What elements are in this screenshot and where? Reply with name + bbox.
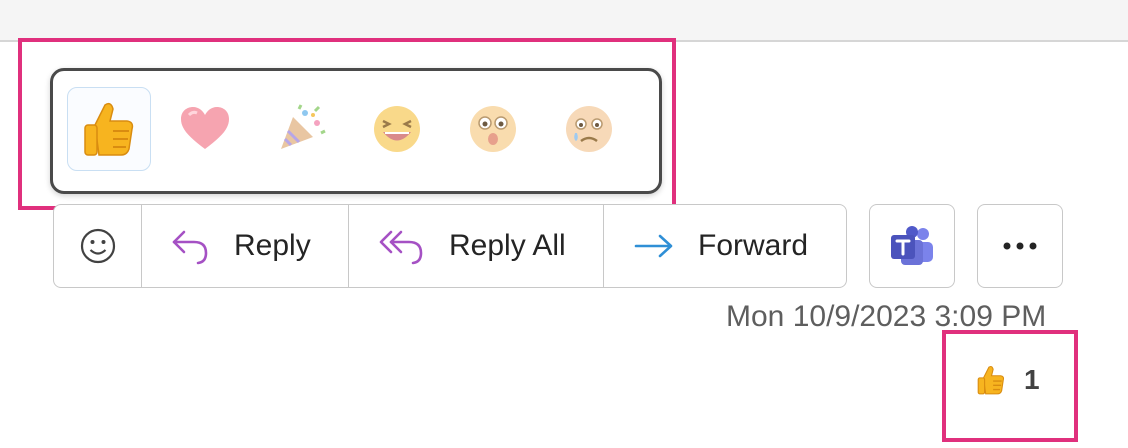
reply-label: Reply: [234, 229, 311, 262]
add-reaction-button[interactable]: [54, 205, 142, 287]
more-actions-button[interactable]: [977, 204, 1063, 288]
reply-all-button[interactable]: Reply All: [349, 205, 604, 287]
reply-icon: [172, 230, 208, 265]
reply-button[interactable]: Reply: [142, 205, 349, 287]
reply-all-label: Reply All: [449, 229, 566, 262]
more-icon: [1003, 242, 1037, 250]
message-timestamp: Mon 10/9/2023 3:09 PM: [726, 300, 1047, 333]
forward-button[interactable]: Forward: [604, 205, 846, 287]
message-action-bar: Reply Reply All Forward: [53, 204, 847, 288]
reaction-picker-highlight: [18, 38, 676, 210]
reply-all-icon: [379, 230, 423, 265]
forward-icon: [634, 234, 673, 258]
teams-share-button[interactable]: [869, 204, 955, 288]
smiley-icon: [80, 228, 115, 264]
teams-icon: [891, 226, 933, 265]
reaction-count-highlight: [942, 330, 1078, 442]
forward-label: Forward: [698, 229, 809, 262]
top-toolbar-strip: [0, 0, 1128, 42]
